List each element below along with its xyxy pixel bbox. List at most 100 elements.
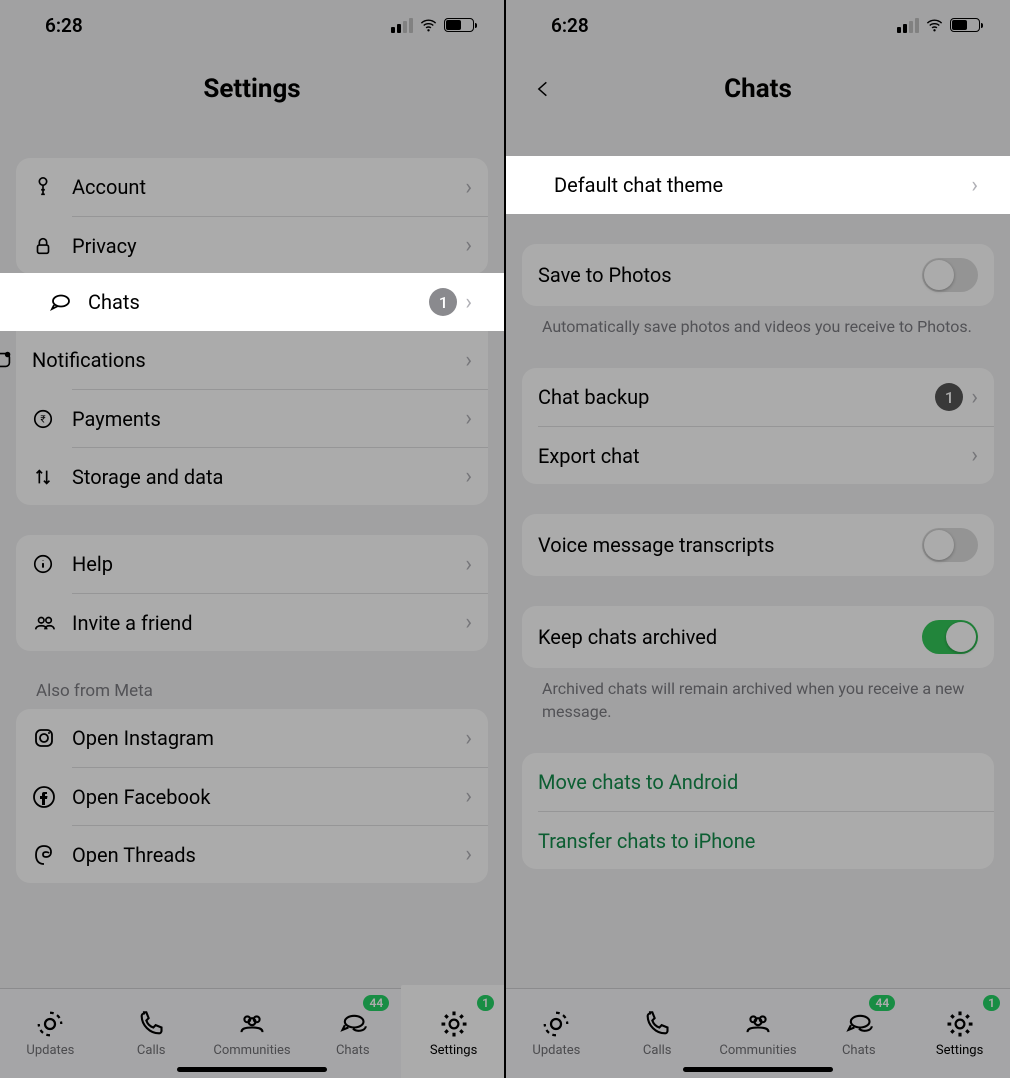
tab-label: Calls xyxy=(137,1043,166,1058)
gear-icon xyxy=(437,1009,471,1039)
chevron-right-icon: › xyxy=(465,233,472,258)
section-header-meta: Also from Meta xyxy=(16,651,488,709)
settings-row-label: Payments xyxy=(72,407,465,431)
cellular-icon xyxy=(391,18,413,33)
settings-row-label: Open Threads xyxy=(72,843,465,867)
row-chat-backup[interactable]: Chat backup 1 › xyxy=(522,368,994,426)
status-time: 6:28 xyxy=(45,14,83,37)
settings-row-storage[interactable]: Storage and data › xyxy=(72,447,488,505)
settings-row-label: Invite a friend xyxy=(72,611,465,635)
home-indicator xyxy=(177,1067,327,1072)
settings-row-payments[interactable]: ₹ Payments › xyxy=(72,389,488,447)
row-export-chat[interactable]: Export chat › xyxy=(538,426,994,484)
chats-tab-icon xyxy=(336,1009,370,1039)
badge-count: 1 xyxy=(935,383,963,411)
tab-label: Updates xyxy=(532,1043,580,1058)
row-default-chat-theme[interactable]: Default chat theme › xyxy=(522,156,994,214)
settings-row-label: Move chats to Android xyxy=(538,770,978,794)
arrows-updown-icon xyxy=(16,466,72,488)
row-keep-archived[interactable]: Keep chats archived xyxy=(522,606,994,668)
settings-row-invite[interactable]: Invite a friend › xyxy=(72,593,488,651)
updates-icon xyxy=(539,1009,573,1039)
caption-save-photos: Automatically save photos and videos you… xyxy=(522,306,994,338)
home-indicator xyxy=(683,1067,833,1072)
caption-archived: Archived chats will remain archived when… xyxy=(522,668,994,723)
toggle-save-photos[interactable] xyxy=(922,258,978,292)
settings-row-label: Chat backup xyxy=(538,385,935,409)
back-button[interactable] xyxy=(528,74,558,104)
tab-communities[interactable]: Communities xyxy=(708,989,809,1078)
phone-icon xyxy=(640,1009,674,1039)
row-open-facebook[interactable]: Open Facebook › xyxy=(72,767,488,825)
settings-row-label: Save to Photos xyxy=(538,263,922,287)
tab-label: Updates xyxy=(26,1043,74,1058)
badge-count: 1 xyxy=(429,288,457,316)
lock-icon xyxy=(16,235,72,257)
key-icon xyxy=(32,176,72,198)
tab-label: Communities xyxy=(213,1043,290,1058)
tab-label: Settings xyxy=(430,1043,477,1058)
chevron-right-icon: › xyxy=(465,610,472,635)
settings-row-label: Open Instagram xyxy=(72,726,465,750)
chats-tab-icon xyxy=(842,1009,876,1039)
row-move-android[interactable]: Move chats to Android xyxy=(522,753,994,811)
settings-row-label: Transfer chats to iPhone xyxy=(538,829,978,853)
wifi-icon xyxy=(925,16,944,35)
status-bar: 6:28 xyxy=(0,0,504,50)
tab-calls[interactable]: Calls xyxy=(607,989,708,1078)
settings-row-label: Open Facebook xyxy=(72,785,465,809)
threads-icon xyxy=(16,843,72,867)
notification-icon xyxy=(0,349,32,371)
row-voice-transcripts[interactable]: Voice message transcripts xyxy=(522,514,994,576)
chevron-right-icon: › xyxy=(971,443,978,468)
settings-row-account[interactable]: Account › xyxy=(16,158,488,216)
tab-communities[interactable]: Communities xyxy=(202,989,303,1078)
tab-badge: 44 xyxy=(869,995,895,1011)
chevron-right-icon: › xyxy=(465,175,472,200)
chevron-right-icon: › xyxy=(971,173,978,198)
tab-calls[interactable]: Calls xyxy=(101,989,202,1078)
chevron-right-icon: › xyxy=(465,784,472,809)
communities-icon xyxy=(741,1009,775,1039)
tab-badge: 1 xyxy=(477,995,494,1011)
status-time: 6:28 xyxy=(551,14,589,37)
tab-settings[interactable]: 1 Settings xyxy=(403,989,504,1078)
chevron-right-icon: › xyxy=(465,842,472,867)
settings-row-label: Voice message transcripts xyxy=(538,533,922,557)
settings-row-help[interactable]: Help › xyxy=(16,535,488,593)
tab-settings[interactable]: 1 Settings xyxy=(909,989,1010,1078)
tab-chats[interactable]: 44 Chats xyxy=(302,989,403,1078)
row-open-instagram[interactable]: Open Instagram › xyxy=(16,709,488,767)
row-transfer-iphone[interactable]: Transfer chats to iPhone xyxy=(538,811,994,869)
row-save-to-photos[interactable]: Save to Photos xyxy=(522,244,994,306)
settings-row-chats[interactable]: Chats 1 › xyxy=(16,273,488,331)
gear-icon xyxy=(943,1009,977,1039)
page-title: Chats xyxy=(506,50,1010,128)
settings-row-label: Keep chats archived xyxy=(538,625,922,649)
settings-row-notifications[interactable]: Notifications › xyxy=(16,331,488,389)
page-title: Settings xyxy=(0,50,504,128)
row-open-threads[interactable]: Open Threads › xyxy=(72,825,488,883)
toggle-voice-transcripts[interactable] xyxy=(922,528,978,562)
tab-label: Calls xyxy=(643,1043,672,1058)
updates-icon xyxy=(33,1009,67,1039)
battery-icon xyxy=(444,18,474,32)
chevron-right-icon: › xyxy=(465,406,472,431)
facebook-icon xyxy=(16,785,72,809)
battery-icon xyxy=(950,18,980,32)
settings-row-label: Storage and data xyxy=(72,465,465,489)
toggle-keep-archived[interactable] xyxy=(922,620,978,654)
tab-badge: 1 xyxy=(983,995,1000,1011)
settings-row-privacy[interactable]: Privacy › xyxy=(72,216,488,274)
tab-updates[interactable]: Updates xyxy=(506,989,607,1078)
info-icon xyxy=(32,553,72,575)
settings-row-label: Default chat theme xyxy=(554,173,971,197)
tab-chats[interactable]: 44 Chats xyxy=(808,989,909,1078)
wifi-icon xyxy=(419,16,438,35)
tab-updates[interactable]: Updates xyxy=(0,989,101,1078)
cellular-icon xyxy=(897,18,919,33)
settings-row-label: Chats xyxy=(88,290,429,314)
tab-label: Chats xyxy=(336,1043,370,1058)
chat-bubble-icon xyxy=(48,290,88,314)
chevron-right-icon: › xyxy=(971,385,978,410)
